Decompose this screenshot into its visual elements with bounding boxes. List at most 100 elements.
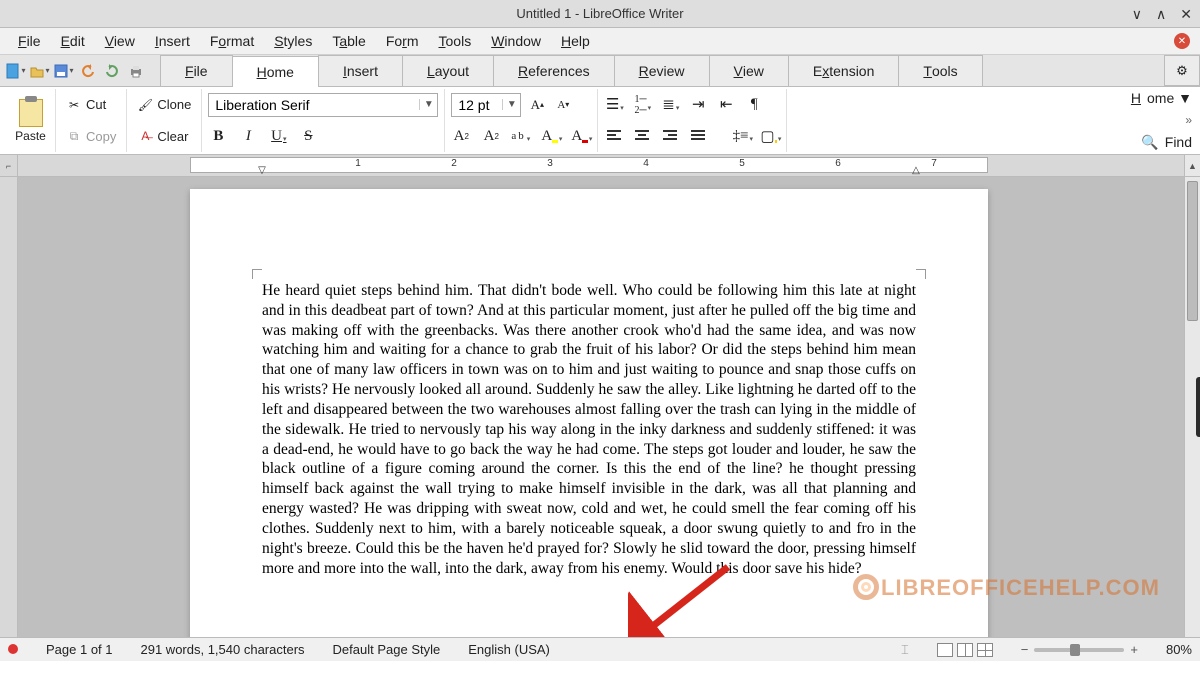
overflow-button[interactable]: »	[1185, 113, 1192, 127]
zoom-track[interactable]	[1034, 648, 1124, 652]
shrink-font-button[interactable]: A▾	[553, 95, 573, 115]
menu-view[interactable]: View	[97, 30, 143, 52]
outline-list-button[interactable]: ≣	[660, 95, 680, 115]
menu-file[interactable]: File	[10, 30, 49, 52]
zoom-in-button[interactable]: +	[1130, 642, 1138, 657]
font-name-combo[interactable]: ▼	[208, 93, 438, 117]
multi-page-view-button[interactable]	[957, 643, 973, 657]
line-spacing-button[interactable]: ‡≡	[732, 126, 752, 146]
font-size-input[interactable]	[452, 94, 502, 116]
strikethrough-button[interactable]: S	[298, 126, 318, 146]
book-view-button[interactable]	[977, 643, 993, 657]
zoom-percent[interactable]: 80%	[1166, 642, 1192, 657]
print-button[interactable]	[126, 61, 146, 81]
paintbrush-icon: 🖌	[137, 97, 153, 113]
menu-tools[interactable]: Tools	[431, 30, 480, 52]
page-count[interactable]: Page 1 of 1	[46, 642, 113, 657]
undo-button[interactable]	[78, 61, 98, 81]
paragraph-color-button[interactable]: ▢	[760, 126, 780, 146]
menu-insert[interactable]: Insert	[147, 30, 198, 52]
tab-file[interactable]: File	[160, 55, 233, 86]
font-size-dropdown[interactable]: ▼	[502, 99, 520, 110]
open-doc-button[interactable]	[30, 61, 50, 81]
scroll-up-button[interactable]: ▲	[1184, 155, 1200, 176]
titlebar: Untitled 1 - LibreOffice Writer ∨ ∧ ✕	[0, 0, 1200, 28]
window-minimize-button[interactable]: ∨	[1132, 6, 1142, 23]
align-right-button[interactable]	[660, 126, 680, 146]
tab-tools[interactable]: Tools	[898, 55, 982, 86]
zoom-knob[interactable]	[1070, 644, 1080, 656]
menu-table[interactable]: Table	[324, 30, 373, 52]
margin-corner-icon	[916, 269, 926, 279]
save-button[interactable]	[54, 61, 74, 81]
paste-button[interactable]: Paste	[6, 89, 56, 152]
language[interactable]: English (USA)	[468, 642, 550, 657]
tab-extension[interactable]: Extension	[788, 55, 900, 86]
tab-insert[interactable]: Insert	[318, 55, 403, 86]
menu-edit[interactable]: Edit	[53, 30, 93, 52]
menu-styles[interactable]: Styles	[266, 30, 320, 52]
zoom-out-button[interactable]: −	[1021, 642, 1029, 657]
font-size-combo[interactable]: ▼	[451, 93, 521, 117]
vertical-scrollbar[interactable]	[1184, 177, 1200, 647]
single-page-view-button[interactable]	[937, 643, 953, 657]
redo-button[interactable]	[102, 61, 122, 81]
window-maximize-button[interactable]: ∧	[1156, 6, 1166, 23]
clear-formatting-button[interactable]: A̶Clear	[133, 126, 192, 146]
indent-marker-right[interactable]: △	[912, 165, 920, 176]
context-menu-button[interactable]: Home ▼	[1131, 90, 1192, 106]
align-left-button[interactable]	[604, 126, 624, 146]
scissors-icon: ✂	[66, 97, 82, 113]
tab-references[interactable]: References	[493, 55, 615, 86]
grow-font-button[interactable]: A▴	[527, 95, 547, 115]
tab-layout[interactable]: Layout	[402, 55, 494, 86]
indent-marker-left[interactable]: ▽	[258, 165, 266, 176]
bold-button[interactable]: B	[208, 126, 228, 146]
formatting-marks-button[interactable]: ¶	[744, 95, 764, 115]
scrollbar-thumb[interactable]	[1187, 181, 1198, 321]
align-justify-button[interactable]	[688, 126, 708, 146]
insert-mode[interactable]: ⌶	[901, 642, 909, 658]
paste-label: Paste	[15, 129, 46, 143]
notebookbar-options-button[interactable]: ⚙	[1164, 55, 1200, 86]
decrease-indent-button[interactable]: ⇤	[716, 95, 736, 115]
bullet-list-button[interactable]: ☰	[604, 95, 624, 115]
superscript-button[interactable]: A2	[451, 126, 471, 146]
word-count[interactable]: 291 words, 1,540 characters	[141, 642, 305, 657]
new-doc-button[interactable]	[6, 61, 26, 81]
increase-indent-button[interactable]: ⇥	[688, 95, 708, 115]
document-body-text[interactable]: He heard quiet steps behind him. That di…	[262, 281, 916, 578]
page-style[interactable]: Default Page Style	[333, 642, 441, 657]
subscript-button[interactable]: A2	[481, 126, 501, 146]
underline-button[interactable]: U	[268, 126, 288, 146]
tab-review[interactable]: Review	[614, 55, 710, 86]
menu-help[interactable]: Help	[553, 30, 598, 52]
menu-window[interactable]: Window	[483, 30, 549, 52]
highlight-button[interactable]: A	[541, 126, 561, 146]
close-document-button[interactable]: ✕	[1174, 33, 1190, 49]
menu-form[interactable]: Form	[378, 30, 427, 52]
horizontal-ruler[interactable]: ▽ △ 1 2 3 4 5 6 7	[18, 155, 1184, 176]
number-list-button[interactable]: 1─2─	[632, 95, 652, 115]
tab-view[interactable]: View	[709, 55, 789, 86]
font-name-dropdown[interactable]: ▼	[419, 99, 437, 110]
sidebar-handle[interactable]	[1196, 377, 1200, 437]
clone-formatting-button[interactable]: 🖌Clone	[133, 95, 195, 115]
page[interactable]: He heard quiet steps behind him. That di…	[190, 189, 988, 647]
copy-button[interactable]: ⧉Copy	[62, 126, 120, 146]
menu-format[interactable]: Format	[202, 30, 262, 52]
window-close-button[interactable]: ✕	[1180, 6, 1192, 23]
save-indicator[interactable]	[8, 642, 18, 657]
tab-home[interactable]: Home	[232, 56, 319, 87]
italic-button[interactable]: I	[238, 126, 258, 146]
align-center-button[interactable]	[632, 126, 652, 146]
font-color-button[interactable]: A	[571, 126, 591, 146]
ruler-tick: 3	[547, 158, 553, 169]
find-button[interactable]: 🔍Find	[1141, 134, 1192, 151]
view-mode-group	[937, 643, 993, 657]
char-spacing-button[interactable]: ab	[511, 126, 531, 146]
document-canvas[interactable]: He heard quiet steps behind him. That di…	[18, 177, 1184, 647]
font-name-input[interactable]	[209, 94, 419, 116]
vertical-ruler[interactable]	[0, 177, 18, 647]
cut-button[interactable]: ✂Cut	[62, 95, 110, 115]
